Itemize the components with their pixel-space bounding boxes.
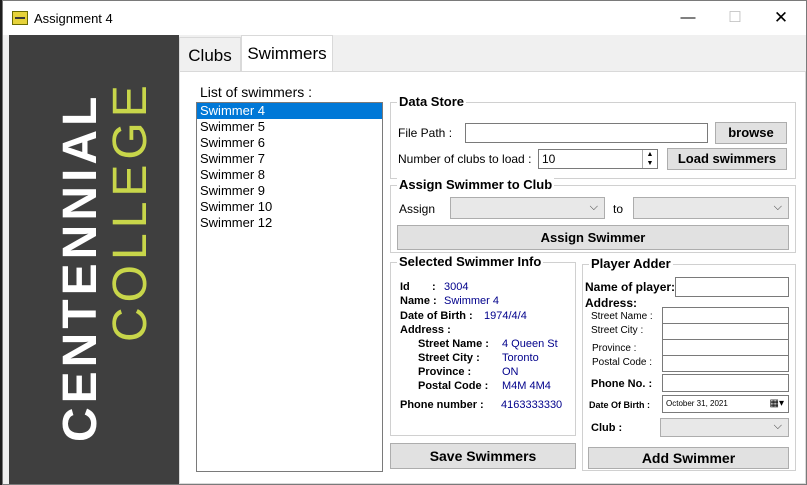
- spinner-arrows-icon[interactable]: ▲ ▼: [642, 150, 657, 168]
- assign-swimmer-button[interactable]: Assign Swimmer: [397, 225, 789, 250]
- player-phone-input[interactable]: [662, 374, 789, 392]
- logo-line-1: CENTENNIAL: [54, 92, 107, 442]
- player-address-label: Address:: [585, 296, 638, 310]
- player-street-input[interactable]: [662, 307, 789, 324]
- file-path-label: File Path :: [398, 126, 453, 140]
- save-swimmers-button[interactable]: Save Swimmers: [390, 443, 576, 469]
- player-dob-label: Date Of Birth :: [589, 400, 651, 410]
- player-street-label: Street Name :: [591, 311, 653, 322]
- dob-value: 1974/4/4: [484, 310, 527, 322]
- id-separator: :: [432, 281, 436, 293]
- address-label: Address :: [400, 324, 451, 336]
- chevron-down-icon: ⌵: [773, 201, 782, 213]
- title-bar: Assignment 4 — ☐ ✕: [3, 1, 806, 35]
- province-value: ON: [502, 366, 519, 378]
- to-label: to: [613, 202, 624, 216]
- street-label: Street Name :: [418, 338, 489, 350]
- player-province-input[interactable]: [662, 339, 789, 356]
- assign-label: Assign: [399, 202, 436, 216]
- browse-button[interactable]: browse: [715, 122, 787, 144]
- logo-line-2: COLLEGE: [104, 80, 157, 342]
- tab-clubs[interactable]: Clubs: [179, 37, 241, 71]
- player-phone-label: Phone No. :: [591, 378, 653, 390]
- window-title: Assignment 4: [34, 11, 113, 26]
- street-value: 4 Queen St: [502, 338, 558, 350]
- minimize-button[interactable]: —: [665, 1, 711, 35]
- list-item[interactable]: Swimmer 6: [197, 135, 382, 151]
- add-swimmer-button[interactable]: Add Swimmer: [588, 447, 789, 469]
- list-item[interactable]: Swimmer 10: [197, 199, 382, 215]
- player-dob-value: October 31, 2021: [666, 399, 728, 408]
- player-province-label: Province :: [592, 343, 637, 354]
- app-window: Assignment 4 — ☐ ✕ CENTENNIAL COLLEGE Cl…: [2, 0, 807, 485]
- tab-swimmers[interactable]: Swimmers: [241, 35, 333, 71]
- player-club-select[interactable]: ⌵: [660, 418, 789, 437]
- player-name-label: Name of player:: [585, 280, 676, 294]
- app-icon: [12, 11, 28, 25]
- player-club-label: Club :: [591, 422, 623, 434]
- postal-value: M4M 4M4: [502, 380, 551, 392]
- player-adder-title: Player Adder: [589, 256, 673, 271]
- name-value: Swimmer 4: [444, 295, 500, 307]
- data-store-group: Data Store File Path : browse Number of …: [390, 94, 796, 179]
- list-item[interactable]: Swimmer 12: [197, 215, 382, 231]
- list-item[interactable]: Swimmer 9: [197, 183, 382, 199]
- swimmer-list-title: List of swimmers :: [200, 84, 313, 100]
- list-item[interactable]: Swimmer 4: [197, 103, 382, 119]
- player-postal-input[interactable]: [662, 355, 789, 372]
- player-adder-group: Player Adder Name of player: Address: St…: [582, 256, 796, 471]
- calendar-icon[interactable]: ▦▾: [770, 398, 784, 410]
- assign-title: Assign Swimmer to Club: [397, 177, 555, 192]
- id-value: 3004: [444, 281, 469, 293]
- player-city-input[interactable]: [662, 323, 789, 340]
- file-path-input[interactable]: [465, 123, 708, 143]
- list-item[interactable]: Swimmer 8: [197, 167, 382, 183]
- id-label: Id: [400, 281, 410, 293]
- player-name-input[interactable]: [675, 277, 789, 297]
- num-clubs-label: Number of clubs to load :: [398, 152, 532, 166]
- list-item[interactable]: Swimmer 7: [197, 151, 382, 167]
- club-select[interactable]: ⌵: [633, 197, 789, 219]
- num-clubs-spinner[interactable]: 10 ▲ ▼: [538, 149, 658, 169]
- swimmers-tab-page: List of swimmers : Swimmer 4 Swimmer 5 S…: [179, 71, 806, 484]
- swimmer-listbox[interactable]: Swimmer 4 Swimmer 5 Swimmer 6 Swimmer 7 …: [196, 102, 383, 472]
- player-postal-label: Postal Code :: [592, 357, 653, 368]
- name-label: Name :: [400, 295, 437, 307]
- data-store-title: Data Store: [397, 94, 467, 109]
- dob-label: Date of Birth :: [400, 310, 473, 322]
- assign-group: Assign Swimmer to Club Assign ⌵ to ⌵ Ass…: [390, 177, 796, 253]
- close-button[interactable]: ✕: [758, 1, 804, 35]
- phone-value: 4163333330: [501, 399, 563, 411]
- sidebar-logo-panel: CENTENNIAL COLLEGE: [9, 35, 179, 484]
- chevron-down-icon: ⌵: [773, 420, 782, 432]
- chevron-down-icon: ⌵: [589, 201, 598, 213]
- selected-swimmer-group: Selected Swimmer Info Id : 3004 Name : S…: [390, 254, 576, 436]
- num-clubs-value: 10: [542, 152, 556, 166]
- college-logo: CENTENNIAL COLLEGE: [9, 35, 179, 484]
- province-label: Province :: [418, 366, 472, 378]
- maximize-button[interactable]: ☐: [712, 1, 758, 35]
- city-value: Toronto: [502, 352, 539, 364]
- city-label: Street City :: [418, 352, 480, 364]
- swimmer-select[interactable]: ⌵: [450, 197, 605, 219]
- selected-swimmer-title: Selected Swimmer Info: [397, 254, 544, 269]
- player-city-label: Street City :: [591, 325, 644, 336]
- phone-label: Phone number :: [400, 399, 484, 411]
- load-swimmers-button[interactable]: Load swimmers: [667, 148, 787, 170]
- player-dob-picker[interactable]: October 31, 2021 ▦▾: [662, 395, 789, 413]
- list-item[interactable]: Swimmer 5: [197, 119, 382, 135]
- postal-label: Postal Code :: [418, 380, 489, 392]
